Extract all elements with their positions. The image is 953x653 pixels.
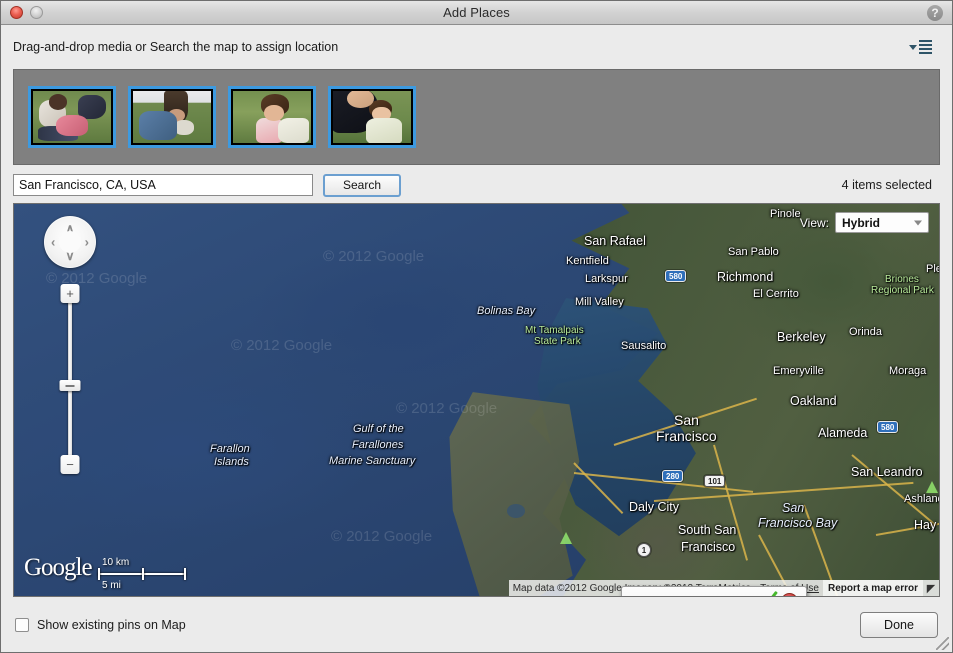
zoom-in-button[interactable]: +: [60, 284, 80, 303]
pan-right-icon[interactable]: ›: [85, 236, 89, 249]
google-logo: Google: [24, 554, 93, 581]
instruction-text: Drag-and-drop media or Search the map to…: [13, 40, 339, 54]
help-icon[interactable]: ?: [927, 5, 943, 21]
map-island: [507, 504, 525, 518]
map-container: San Rafael Kentfield Larkspur Mill Valley Sa…: [1, 203, 952, 597]
show-existing-pins-label: Show existing pins on Map: [37, 617, 186, 632]
show-existing-pins-row[interactable]: Show existing pins on Map: [15, 617, 186, 632]
dialog-footer: Show existing pins on Map Done: [1, 597, 952, 652]
map-resize-icon[interactable]: ◤: [923, 580, 939, 596]
show-existing-pins-checkbox[interactable]: [15, 617, 29, 632]
zoom-out-button[interactable]: −: [60, 455, 80, 474]
photo-thumbnail[interactable]: [28, 86, 116, 148]
zoom-slider-track[interactable]: [68, 292, 72, 466]
photo-thumbnail[interactable]: [128, 86, 216, 148]
zoom-slider-handle[interactable]: [59, 380, 81, 391]
place-photos-callout[interactable]: Place 4 Photos Here?: [621, 586, 808, 596]
photo-strip-container: [1, 69, 952, 167]
highway-shield: 101: [704, 475, 726, 487]
park-tree-icon: [560, 532, 572, 544]
view-select[interactable]: Hybrid: [835, 212, 929, 233]
map-canvas[interactable]: San Rafael Kentfield Larkspur Mill Valley Sa…: [13, 203, 940, 597]
search-input[interactable]: [13, 174, 313, 196]
report-map-error-link[interactable]: Report a map error: [822, 580, 923, 596]
search-row: Search 4 items selected: [1, 167, 952, 203]
scale-imperial-label: 5 mi: [102, 580, 121, 591]
chevron-down-icon: [909, 44, 917, 50]
view-select-value: Hybrid: [842, 215, 881, 230]
highway-shield: 1: [637, 543, 651, 557]
map-view-control: View: Hybrid: [800, 212, 929, 233]
search-button[interactable]: Search: [323, 173, 401, 197]
park-tree-icon: [926, 481, 938, 493]
photo-thumbnail[interactable]: [328, 86, 416, 148]
view-label: View:: [799, 215, 829, 230]
map-scale-bar: 10 km 5 mi: [98, 557, 186, 591]
highway-shield: 580: [877, 421, 899, 433]
photo-thumbnail[interactable]: [228, 86, 316, 148]
highway-shield: 280: [662, 470, 684, 482]
photo-strip[interactable]: [13, 69, 940, 165]
highway-shield: 580: [665, 270, 687, 282]
scale-metric-label: 10 km: [102, 557, 130, 568]
done-button[interactable]: Done: [860, 611, 938, 638]
resize-grip[interactable]: [936, 637, 949, 650]
add-places-dialog: Add Places ? Drag-and-drop media or Sear…: [0, 0, 953, 653]
instruction-bar: Drag-and-drop media or Search the map to…: [1, 25, 952, 69]
window-title: Add Places: [443, 5, 510, 20]
map-zoom-control[interactable]: + −: [58, 284, 82, 474]
map-pan-control[interactable]: ∧ ∨ ‹ ›: [44, 216, 96, 268]
selection-count-label: 4 items selected: [841, 178, 932, 192]
pan-left-icon[interactable]: ‹: [51, 236, 55, 249]
chevron-down-icon: [914, 220, 922, 225]
list-options-icon[interactable]: [909, 40, 932, 54]
list-lines-icon: [919, 40, 932, 54]
title-bar: Add Places ?: [1, 1, 952, 25]
pan-center-button[interactable]: [59, 231, 81, 253]
